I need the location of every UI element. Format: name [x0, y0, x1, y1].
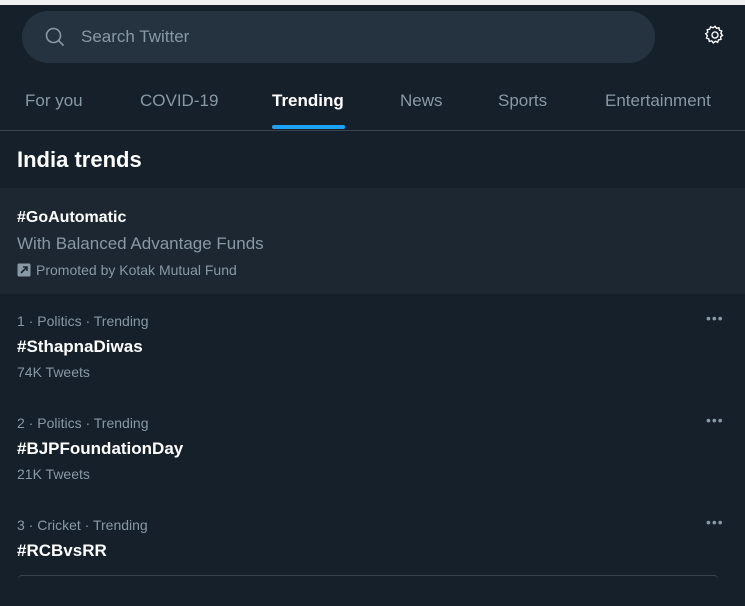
promoted-description: With Balanced Advantage Funds	[17, 234, 264, 253]
search-icon	[45, 27, 65, 47]
tab-trending[interactable]: Trending	[272, 91, 344, 111]
active-tab-indicator	[272, 125, 345, 129]
search-input[interactable]	[79, 26, 583, 48]
promoted-by-text: Promoted by Kotak Mutual Fund	[36, 262, 237, 278]
trend-name[interactable]: #BJPFoundationDay	[17, 439, 183, 459]
tab-sports[interactable]: Sports	[498, 91, 547, 111]
settings-gear-icon[interactable]	[704, 24, 726, 46]
more-options-icon[interactable]: •••	[706, 310, 724, 326]
tab-entertainment[interactable]: Entertainment	[605, 91, 711, 111]
section-title: India trends	[17, 147, 142, 172]
trend-tweet-count: 74K Tweets	[17, 364, 90, 380]
window-top-strip	[0, 0, 745, 5]
trend-tweet-count: 21K Tweets	[17, 466, 90, 482]
promoted-icon	[17, 263, 31, 277]
promoted-trend[interactable]: #GoAutomatic With Balanced Advantage Fun…	[0, 188, 745, 294]
promoted-by: Promoted by Kotak Mutual Fund	[17, 262, 237, 278]
more-options-icon[interactable]: •••	[706, 514, 724, 530]
trend-item[interactable]: 2 · Politics · Trending #BJPFoundationDa…	[0, 402, 745, 504]
more-options-icon[interactable]: •••	[706, 412, 724, 428]
tab-news[interactable]: News	[400, 91, 443, 111]
trend-meta: 3 · Cricket · Trending	[17, 517, 148, 533]
tab-covid-19[interactable]: COVID-19	[140, 91, 218, 111]
trend-item[interactable]: 3 · Cricket · Trending #RCBvsRR •••	[0, 504, 745, 606]
trend-name[interactable]: #SthapnaDiwas	[17, 337, 143, 357]
tab-for-you[interactable]: For you	[25, 91, 83, 111]
explore-tabs: For you COVID-19 Trending News Sports En…	[0, 75, 745, 131]
trend-item[interactable]: 1 · Politics · Trending #SthapnaDiwas 74…	[0, 300, 745, 402]
next-card-edge	[18, 575, 718, 579]
trend-meta: 2 · Politics · Trending	[17, 415, 149, 431]
trend-name[interactable]: #RCBvsRR	[17, 541, 107, 561]
search-bar[interactable]	[22, 11, 655, 63]
trend-meta: 1 · Politics · Trending	[17, 313, 149, 329]
promoted-hashtag[interactable]: #GoAutomatic	[17, 209, 126, 227]
